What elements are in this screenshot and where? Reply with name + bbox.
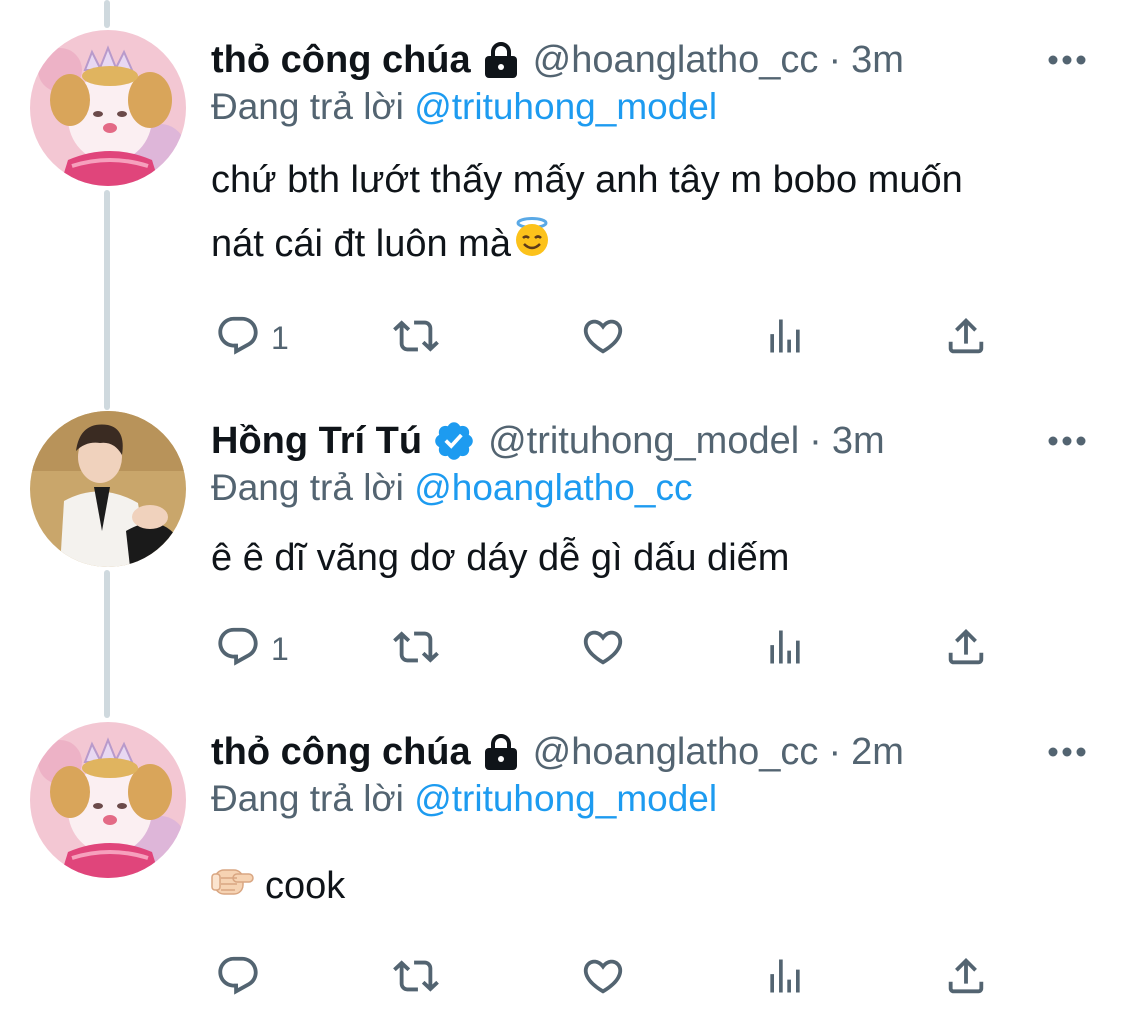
- handle[interactable]: @hoanglatho_cc: [533, 731, 819, 774]
- like-button[interactable]: [579, 948, 627, 1008]
- avatar[interactable]: [30, 722, 186, 878]
- avatar[interactable]: [30, 411, 186, 567]
- tweet-actions: 1: [211, 308, 1011, 368]
- reply-prefix: Đang trả lời: [211, 467, 404, 508]
- reply-count: 1: [271, 319, 289, 356]
- separator: ·: [828, 730, 842, 773]
- lock-icon: [481, 41, 521, 79]
- views-icon: [763, 953, 807, 1004]
- handle[interactable]: @trituhong_model: [488, 420, 799, 463]
- avatar[interactable]: [30, 30, 186, 186]
- share-icon: [943, 953, 989, 1004]
- share-icon: [943, 624, 989, 675]
- tweet-text: cook: [211, 854, 1091, 920]
- display-name[interactable]: Hồng Trí Tú: [211, 420, 422, 463]
- tweet-actions: [211, 948, 1011, 1008]
- reply-mention-link[interactable]: @trituhong_model: [414, 86, 717, 127]
- reply-button[interactable]: 1: [215, 619, 289, 679]
- backhand-index-pointing-right-emoji: [211, 856, 255, 920]
- like-icon: [579, 624, 627, 675]
- tweet-text-line-1: cook: [211, 854, 1091, 920]
- reply-button[interactable]: [215, 948, 271, 1008]
- separator: ·: [809, 419, 822, 462]
- views-icon: [763, 624, 807, 675]
- replying-to: Đang trả lời @trituhong_model: [211, 86, 717, 128]
- tweet-actions: 1: [211, 619, 1011, 679]
- tweet-text: chứ bth lướt thấy mấy anh tây m bobo muố…: [211, 148, 1091, 278]
- reply-mention-link[interactable]: @hoanglatho_cc: [414, 467, 692, 508]
- timestamp[interactable]: 3m: [851, 39, 904, 82]
- tweet-text-line: cook: [265, 865, 346, 907]
- retweet-button[interactable]: [391, 948, 441, 1008]
- display-name[interactable]: thỏ công chúa: [211, 39, 471, 82]
- like-button[interactable]: [579, 308, 627, 368]
- tweet-header: thỏ công chúa @hoanglatho_cc · 2m: [211, 722, 904, 782]
- replying-to: Đang trả lời @trituhong_model: [211, 778, 717, 820]
- tweet-header: thỏ công chúa @hoanglatho_cc · 3m: [211, 30, 904, 90]
- thread-line: [104, 190, 110, 410]
- timestamp[interactable]: 2m: [851, 731, 904, 774]
- retweet-icon: [391, 624, 441, 675]
- share-button[interactable]: [943, 308, 989, 368]
- tweet-text-line: nát cái đt luôn mà: [211, 223, 511, 265]
- tweet-text-line: ê ê dĩ vãng dơ dáy dễ gì dấu diếm: [211, 537, 790, 579]
- like-button[interactable]: [579, 619, 627, 679]
- reply-icon: [215, 624, 261, 675]
- like-icon: [579, 953, 627, 1004]
- reply-icon: [215, 953, 261, 1004]
- tweet-text: ê ê dĩ vãng dơ dáy dễ gì dấu diếm: [211, 526, 1091, 590]
- more-icon[interactable]: [1045, 419, 1089, 463]
- views-button[interactable]: [763, 948, 807, 1008]
- retweet-icon: [391, 953, 441, 1004]
- reply-button[interactable]: 1: [215, 308, 289, 368]
- reply-count: 1: [271, 630, 289, 667]
- more-icon[interactable]: [1045, 38, 1089, 82]
- display-name[interactable]: thỏ công chúa: [211, 731, 471, 774]
- thread-line: [104, 0, 110, 28]
- views-button[interactable]: [763, 619, 807, 679]
- thread-line: [104, 570, 110, 718]
- views-button[interactable]: [763, 308, 807, 368]
- tweet-text-line: chứ bth lướt thấy mấy anh tây m bobo muố…: [211, 159, 963, 201]
- views-icon: [763, 313, 807, 364]
- verified-icon: [432, 419, 476, 463]
- reply-prefix: Đang trả lời: [211, 778, 404, 819]
- reply-prefix: Đang trả lời: [211, 86, 404, 127]
- reply-mention-link[interactable]: @trituhong_model: [414, 778, 717, 819]
- like-icon: [579, 313, 627, 364]
- share-icon: [943, 313, 989, 364]
- separator: ·: [828, 38, 842, 81]
- share-button[interactable]: [943, 619, 989, 679]
- replying-to: Đang trả lời @hoanglatho_cc: [211, 467, 692, 509]
- tweet-text-line-2: nát cái đt luôn mà: [211, 212, 1091, 278]
- timestamp[interactable]: 3m: [832, 420, 885, 463]
- retweet-button[interactable]: [391, 619, 441, 679]
- handle[interactable]: @hoanglatho_cc: [533, 39, 819, 82]
- more-icon[interactable]: [1045, 730, 1089, 774]
- reply-icon: [215, 313, 261, 364]
- retweet-button[interactable]: [391, 308, 441, 368]
- lock-icon: [481, 733, 521, 771]
- retweet-icon: [391, 313, 441, 364]
- share-button[interactable]: [943, 948, 989, 1008]
- tweet-header: Hồng Trí Tú @trituhong_model · 3m: [211, 411, 885, 471]
- smiling-face-with-halo-emoji: [511, 214, 553, 278]
